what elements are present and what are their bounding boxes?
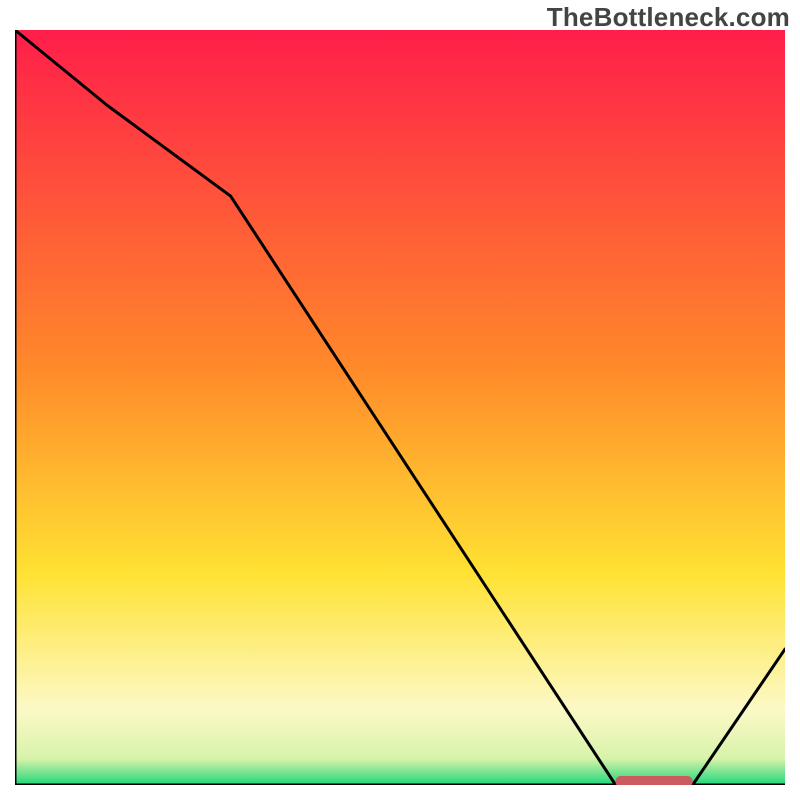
chart-background	[15, 30, 785, 785]
chart-svg	[15, 30, 785, 785]
watermark-text: TheBottleneck.com	[547, 2, 790, 33]
optimal-range-marker	[616, 776, 693, 785]
chart-stage: TheBottleneck.com	[0, 0, 800, 800]
chart-plot-area	[15, 30, 785, 785]
